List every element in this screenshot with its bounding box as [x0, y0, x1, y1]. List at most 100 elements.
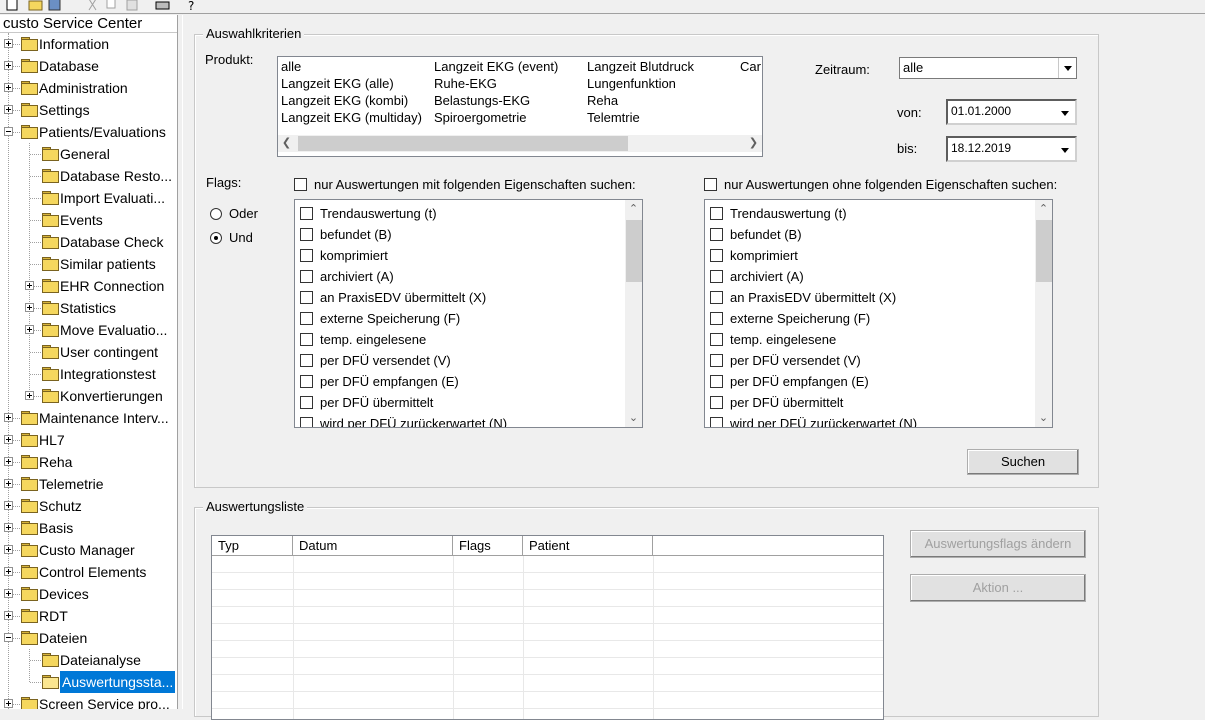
table-row[interactable] — [212, 607, 883, 624]
scroll-up-icon[interactable]: ⌃ — [1035, 201, 1052, 218]
tree-item[interactable]: Dateianalyse — [0, 649, 177, 671]
tree-item[interactable]: Basis — [0, 517, 177, 539]
navigation-tree[interactable]: custo Service Center Information Database… — [0, 15, 178, 709]
collapse-icon[interactable] — [4, 127, 13, 136]
product-item[interactable]: Spiroergometrie — [434, 110, 527, 125]
collapse-icon[interactable] — [4, 633, 13, 642]
help-icon[interactable]: ? — [185, 0, 199, 13]
column-patient[interactable]: Patient — [523, 536, 653, 556]
expand-icon[interactable] — [4, 39, 13, 48]
expand-icon[interactable] — [4, 479, 13, 488]
flag-checkbox[interactable] — [710, 417, 723, 427]
flag-checkbox[interactable] — [300, 270, 313, 283]
scroll-right-icon[interactable]: ❯ — [745, 135, 762, 152]
flag-checkbox[interactable] — [300, 375, 313, 388]
expand-icon[interactable] — [4, 545, 13, 554]
flag-checkbox[interactable] — [710, 291, 723, 304]
product-list-hscrollbar[interactable]: ❮ ❯ — [278, 135, 762, 152]
flag-checkbox[interactable] — [710, 270, 723, 283]
tree-item[interactable]: Settings — [0, 99, 177, 121]
expand-icon[interactable] — [25, 325, 34, 334]
tree-item[interactable]: Import Evaluati... — [0, 187, 177, 209]
product-item[interactable]: Telemtrie — [587, 110, 640, 125]
scroll-down-icon[interactable]: ⌄ — [1035, 410, 1052, 427]
with-flags-label[interactable]: nur Auswertungen mit folgenden Eigenscha… — [314, 177, 636, 192]
tree-item[interactable]: Konvertierungen — [0, 385, 177, 407]
tree-item[interactable]: EHR Connection — [0, 275, 177, 297]
with-flags-vscrollbar[interactable]: ⌃ ⌄ — [625, 200, 642, 427]
radio-und-label[interactable]: Und — [229, 230, 253, 245]
tree-item[interactable]: Auswertungssta... — [0, 671, 177, 693]
tree-item[interactable]: User contingent — [0, 341, 177, 363]
save-icon[interactable] — [48, 0, 62, 11]
table-row[interactable] — [212, 658, 883, 675]
product-item[interactable]: Lungenfunktion — [587, 76, 676, 91]
tree-item[interactable]: Database — [0, 55, 177, 77]
chevron-down-icon[interactable] — [1056, 102, 1074, 122]
chevron-down-icon[interactable] — [1056, 139, 1074, 159]
flag-checkbox[interactable] — [710, 354, 723, 367]
expand-icon[interactable] — [4, 501, 13, 510]
tree-item[interactable]: Information — [0, 33, 177, 55]
product-item[interactable]: Langzeit EKG (multiday) — [281, 110, 422, 125]
cut-icon[interactable] — [86, 0, 100, 11]
radio-oder[interactable] — [210, 208, 222, 220]
table-row[interactable] — [212, 692, 883, 709]
flag-checkbox[interactable] — [710, 312, 723, 325]
expand-icon[interactable] — [4, 523, 13, 532]
product-list-hscroll-thumb[interactable] — [298, 136, 628, 151]
radio-oder-label[interactable]: Oder — [229, 206, 258, 221]
tree-item[interactable]: Events — [0, 209, 177, 231]
column-datum[interactable]: Datum — [293, 536, 453, 556]
tree-item[interactable]: Integrationstest — [0, 363, 177, 385]
expand-icon[interactable] — [25, 303, 34, 312]
tree-item[interactable]: Schutz — [0, 495, 177, 517]
table-row[interactable] — [212, 590, 883, 607]
without-flags-vscroll-thumb[interactable] — [1036, 220, 1052, 282]
expand-icon[interactable] — [4, 105, 13, 114]
without-flags-checkbox[interactable] — [704, 178, 717, 191]
expand-icon[interactable] — [25, 391, 34, 400]
flag-checkbox[interactable] — [300, 333, 313, 346]
product-item[interactable]: Langzeit EKG (alle) — [281, 76, 394, 91]
product-list[interactable]: alle Langzeit EKG (alle) Langzeit EKG (kom… — [277, 56, 763, 157]
chevron-down-icon[interactable] — [1058, 58, 1076, 78]
product-item[interactable]: Ruhe-EKG — [434, 76, 497, 91]
expand-icon[interactable] — [4, 83, 13, 92]
flag-checkbox[interactable] — [300, 228, 313, 241]
flag-checkbox[interactable] — [300, 354, 313, 367]
scroll-down-icon[interactable]: ⌄ — [625, 410, 642, 427]
scroll-up-icon[interactable]: ⌃ — [625, 201, 642, 218]
tree-item[interactable]: Patients/Evaluations — [0, 121, 177, 143]
table-row[interactable] — [212, 573, 883, 590]
open-icon[interactable] — [28, 0, 43, 11]
tree-item[interactable]: Maintenance Interv... — [0, 407, 177, 429]
tree-item[interactable]: Reha — [0, 451, 177, 473]
tree-item[interactable]: Telemetrie — [0, 473, 177, 495]
change-flags-button[interactable]: Auswertungsflags ändern — [910, 530, 1086, 558]
table-row[interactable] — [212, 624, 883, 641]
expand-icon[interactable] — [4, 611, 13, 620]
tree-item[interactable]: Dateien — [0, 627, 177, 649]
without-flags-list[interactable]: Trendauswertung (t) befundet (B) komprimie… — [704, 199, 1053, 428]
expand-icon[interactable] — [4, 589, 13, 598]
tree-item[interactable]: Screen Service pro... — [0, 693, 177, 709]
flag-checkbox[interactable] — [300, 312, 313, 325]
new-icon[interactable] — [5, 0, 19, 11]
flag-checkbox[interactable] — [300, 396, 313, 409]
scroll-left-icon[interactable]: ❮ — [278, 135, 295, 152]
product-item[interactable]: Langzeit EKG (kombi) — [281, 93, 408, 108]
from-date-picker[interactable]: 01.01.2000 — [946, 99, 1077, 125]
tree-item[interactable]: Similar patients — [0, 253, 177, 275]
expand-icon[interactable] — [4, 567, 13, 576]
action-button[interactable]: Aktion ... — [910, 574, 1086, 602]
with-flags-vscroll-thumb[interactable] — [626, 220, 642, 282]
flag-checkbox[interactable] — [300, 207, 313, 220]
table-row[interactable] — [212, 675, 883, 692]
flag-checkbox[interactable] — [710, 396, 723, 409]
product-item[interactable]: Langzeit Blutdruck — [587, 59, 694, 74]
flag-checkbox[interactable] — [300, 249, 313, 262]
search-button[interactable]: Suchen — [967, 449, 1079, 475]
table-row[interactable] — [212, 641, 883, 658]
tree-item[interactable]: Administration — [0, 77, 177, 99]
